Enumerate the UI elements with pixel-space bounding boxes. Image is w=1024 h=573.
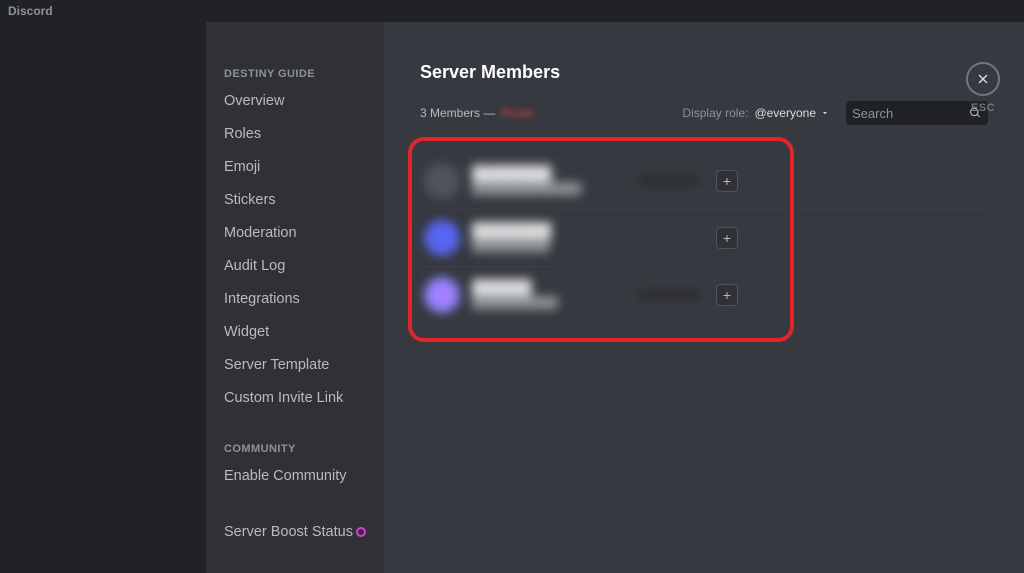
add-role-button[interactable]: +: [716, 227, 738, 249]
avatar: [424, 163, 460, 199]
avatar: [424, 220, 460, 256]
member-name: █████████████████: [472, 279, 622, 311]
role-chip[interactable]: [634, 171, 704, 191]
sidebar-item-widget[interactable]: Widget: [214, 316, 376, 348]
chevron-down-icon: [820, 108, 830, 118]
sidebar-item-audit-log[interactable]: Audit Log: [214, 250, 376, 282]
search-input[interactable]: [852, 106, 969, 121]
close-icon: [975, 71, 991, 87]
prune-link[interactable]: Prune: [501, 106, 533, 120]
sidebar-item-custom-invite[interactable]: Custom Invite Link: [214, 382, 376, 414]
sidebar-item-boost-status[interactable]: Server Boost Status: [214, 516, 376, 548]
member-row[interactable]: █████████████████ +: [420, 267, 988, 323]
sidebar-header-guide: DESTINY GUIDE: [214, 62, 376, 84]
sidebar-item-integrations[interactable]: Integrations: [214, 283, 376, 315]
close-area: ESC: [966, 62, 1000, 114]
app-name: Discord: [8, 4, 53, 18]
role-select[interactable]: @everyone: [754, 106, 830, 120]
display-role-label: Display role:: [682, 106, 748, 120]
sidebar-header-community: COMMUNITY: [214, 437, 376, 459]
member-row[interactable]: ██████████████████ +: [420, 210, 988, 267]
sidebar-item-server-template[interactable]: Server Template: [214, 349, 376, 381]
sidebar-item-moderation[interactable]: Moderation: [214, 217, 376, 249]
sidebar-item-overview[interactable]: Overview: [214, 85, 376, 117]
page-title: Server Members: [420, 62, 988, 83]
close-button[interactable]: [966, 62, 1000, 96]
member-count: 3 Members —: [420, 106, 495, 120]
avatar: [424, 277, 460, 313]
sidebar-item-emoji[interactable]: Emoji: [214, 151, 376, 183]
members-list: ██████████████████████ + ███████████████…: [420, 141, 988, 331]
role-chip[interactable]: [634, 285, 704, 305]
content-meta-row: 3 Members — Prune Display role: @everyon…: [420, 101, 988, 125]
sidebar-item-roles[interactable]: Roles: [214, 118, 376, 150]
member-name: ██████████████████: [472, 222, 622, 254]
esc-label: ESC: [966, 102, 1000, 114]
titlebar: Discord: [0, 0, 1024, 22]
settings-sidebar: DESTINY GUIDE Overview Roles Emoji Stick…: [206, 22, 384, 573]
member-name: ██████████████████████: [472, 165, 622, 197]
sidebar-item-enable-community[interactable]: Enable Community: [214, 460, 376, 492]
member-row[interactable]: ██████████████████████ +: [420, 153, 988, 210]
sidebar-item-stickers[interactable]: Stickers: [214, 184, 376, 216]
left-gutter: [0, 22, 206, 573]
content-pane: Server Members 3 Members — Prune Display…: [384, 22, 1024, 573]
add-role-button[interactable]: +: [716, 170, 738, 192]
boost-icon: [356, 527, 366, 537]
app-body: DESTINY GUIDE Overview Roles Emoji Stick…: [0, 22, 1024, 573]
add-role-button[interactable]: +: [716, 284, 738, 306]
